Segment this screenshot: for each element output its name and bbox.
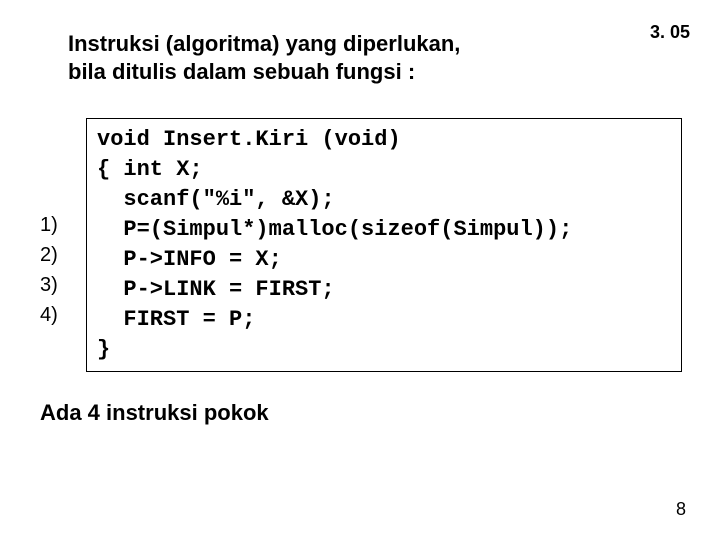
line-number: 1) — [40, 210, 58, 240]
code-line: void Insert.Kiri (void) — [97, 127, 401, 152]
code-line: scanf("%i", &X); — [97, 187, 335, 212]
line-number: 3) — [40, 270, 58, 300]
intro-line-1: Instruksi (algoritma) yang diperlukan, — [68, 30, 460, 58]
intro-line-2: bila ditulis dalam sebuah fungsi : — [68, 58, 460, 86]
page-number: 8 — [676, 499, 686, 520]
line-number: 2) — [40, 240, 58, 270]
code-line: P->INFO = X; — [97, 247, 282, 272]
code-line: P->LINK = FIRST; — [97, 277, 335, 302]
code-line: P=(Simpul*)malloc(sizeof(Simpul)); — [97, 217, 572, 242]
line-number: 4) — [40, 300, 58, 330]
code-line: } — [97, 337, 110, 362]
code-line: { int X; — [97, 157, 203, 182]
line-number-gutter: 1) 2) 3) 4) — [40, 118, 58, 330]
section-number: 3. 05 — [650, 22, 690, 43]
footer-note: Ada 4 instruksi pokok — [40, 400, 269, 426]
code-block: void Insert.Kiri (void) { int X; scanf("… — [86, 118, 682, 372]
code-line: FIRST = P; — [97, 307, 255, 332]
intro-text: Instruksi (algoritma) yang diperlukan, b… — [68, 30, 460, 85]
slide-page: 3. 05 Instruksi (algoritma) yang diperlu… — [0, 0, 720, 540]
